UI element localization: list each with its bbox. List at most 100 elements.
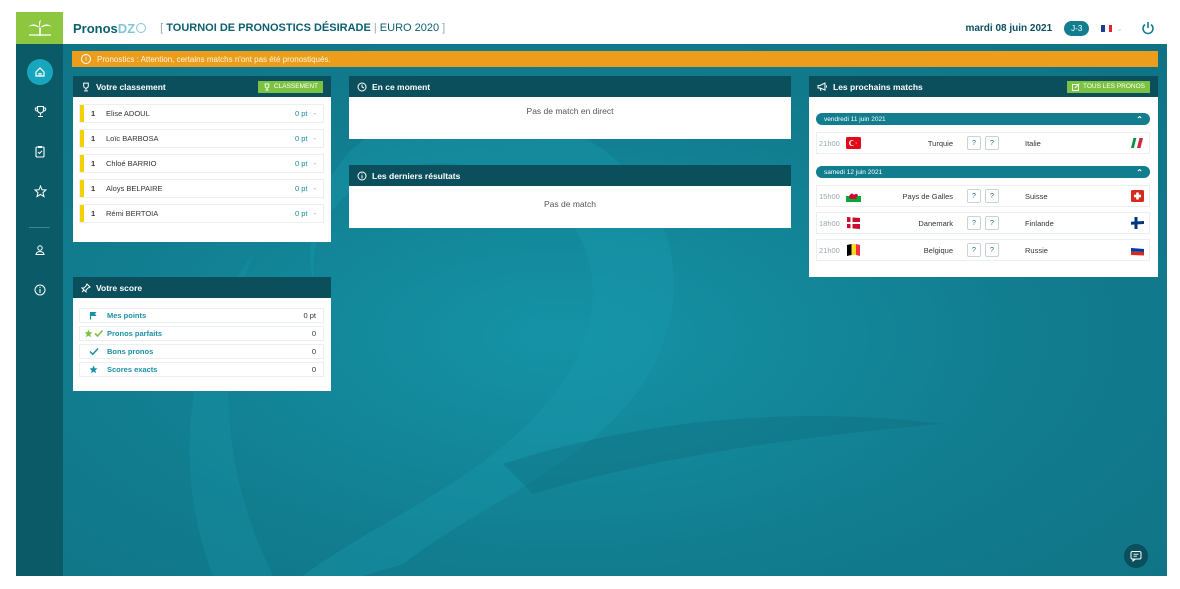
home-score-input[interactable]: ? [967,189,981,203]
score-row-good: Bons pronos 0 [79,344,324,359]
ranking-row[interactable]: 1 Aloys BELPAIRE 0 pt - [79,179,324,198]
brand-accent: DZ [117,20,136,36]
match-time: 15h00 [819,191,840,201]
upcoming-card-title: Les prochains matchs [833,81,923,92]
all-pronos-button-label: TOUS LES PRONOS [1082,83,1145,90]
upcoming-card: Les prochains matchs TOUS LES PRONOS ven… [809,76,1158,277]
language-flag-icon[interactable] [1101,24,1113,32]
upcoming-card-header: Les prochains matchs TOUS LES PRONOS [809,76,1158,97]
tournament-bracket-close: ] [442,22,446,34]
alert-info-icon: i [81,54,91,64]
match-time: 21h00 [819,138,840,148]
live-card-title: En ce moment [372,81,431,92]
rank-points: 0 pt [294,134,308,143]
live-card-header: En ce moment [349,76,791,97]
all-pronos-button[interactable]: TOUS LES PRONOS [1066,80,1150,93]
sidebar-item-ranking[interactable] [27,98,53,124]
check-icon [80,347,107,356]
trophy-icon [34,105,46,117]
match-home-team: Turquie [927,138,953,148]
pin-icon [81,282,91,293]
logout-power-icon[interactable] [1141,21,1155,35]
rank-player-name: Rémi BERTOIA [106,209,159,218]
score-card: Votre score Mes points 0 pt Pronos parfa… [73,277,331,391]
match-away-team: Italie [1025,138,1041,148]
top-bar: Pronos DZ [ TOURNOI DE PRONOSTICS DÉSIRAD… [16,12,1167,44]
flag-russia-icon [1130,244,1145,256]
logo[interactable] [16,12,63,44]
away-score-input[interactable]: ? [985,243,999,257]
chevron-down-icon[interactable]: ⌄ [1116,24,1123,33]
info-icon [34,284,46,296]
match-row[interactable]: 15h00 Pays de Galles ? ? Suisse [816,185,1150,207]
countdown-badge: J-3 [1064,20,1090,36]
rank-points: 0 pt [294,209,308,218]
home-score-input[interactable]: ? [967,243,981,257]
rank-marker [80,205,84,222]
rank-points: 0 pt [294,184,308,193]
flag-turkey-icon [846,137,861,149]
chevron-up-icon[interactable]: ⌃ [1136,168,1143,177]
ranking-row[interactable]: 1 Chloé BARRIO 0 pt - [79,154,324,173]
flag-denmark-icon [847,217,860,229]
day-label: vendredi 11 juin 2021 [824,115,886,123]
sidebar-item-favorites[interactable] [27,178,53,204]
score-label: Mes points [107,311,147,320]
score-row-perfect: Pronos parfaits 0 [79,326,324,341]
rank-position: 1 [91,209,96,218]
user-icon [35,245,45,255]
brand-name[interactable]: Pronos DZ [73,20,147,36]
sidebar-item-info[interactable] [27,277,53,303]
sidebar-item-pronostics[interactable] [27,138,53,164]
star-icon [33,184,47,198]
live-card: En ce moment Pas de match en direct [349,76,791,139]
ranking-row[interactable]: 1 Rémi BERTOIA 0 pt - [79,204,324,223]
tournament-bracket-open: [ [160,22,164,34]
rank-trend: - [313,184,317,193]
results-empty-text: Pas de match [544,199,596,209]
day-header[interactable]: samedi 12 juin 2021 ⌃ [816,166,1150,178]
score-label: Scores exacts [107,365,158,374]
sidebar-item-profile[interactable] [27,237,53,263]
flag-belgium-icon [847,244,860,256]
palm-logo-icon [27,20,52,36]
day-header[interactable]: vendredi 11 juin 2021 ⌃ [816,113,1150,125]
match-home-team: Danemark [918,218,953,228]
sidebar-item-home[interactable] [27,59,53,85]
live-empty-text: Pas de match en direct [526,106,614,116]
match-row[interactable]: 18h00 Danemark ? ? Finlande [816,212,1150,234]
match-away-team: Suisse [1025,191,1048,201]
star-icon [80,365,107,374]
home-score-input[interactable]: ? [967,216,981,230]
rank-trend: - [313,209,317,218]
away-score-input[interactable]: ? [985,189,999,203]
score-value: 0 [311,347,316,356]
rank-trend: - [313,109,317,118]
rank-player-name: Chloé BARRIO [106,159,157,168]
score-label: Bons pronos [107,347,154,356]
match-row[interactable]: 21h00 Turquie ? ? Italie [816,132,1150,154]
alert-banner[interactable]: i Pronostics : Attention, certains match… [72,51,1158,67]
rank-trend: - [313,159,317,168]
rank-position: 1 [91,109,96,118]
match-home-team: Belgique [923,245,953,255]
away-score-input[interactable]: ? [985,216,999,230]
flag-finland-icon [1131,217,1144,229]
flag-italy-icon [1131,137,1143,149]
chevron-up-icon[interactable]: ⌃ [1136,115,1143,124]
rank-points: 0 pt [294,109,308,118]
chat-icon [1130,551,1142,562]
rank-marker [80,105,84,122]
info-icon [357,171,367,180]
match-row[interactable]: 21h00 Belgique ? ? Russie [816,239,1150,261]
away-score-input[interactable]: ? [985,136,999,150]
score-card-title: Votre score [96,282,143,293]
chat-button[interactable] [1124,544,1148,568]
ranking-card: Votre classement CLASSEMENT 1 Elise ADOU… [73,76,331,242]
results-card: Les derniers résultats Pas de match [349,165,791,228]
ranking-button[interactable]: CLASSEMENT [257,80,323,93]
brand-main: Pronos [73,20,118,36]
home-score-input[interactable]: ? [967,136,981,150]
ranking-row[interactable]: 1 Elise ADOUL 0 pt - [79,104,324,123]
ranking-row[interactable]: 1 Loïc BARBOSA 0 pt - [79,129,324,148]
